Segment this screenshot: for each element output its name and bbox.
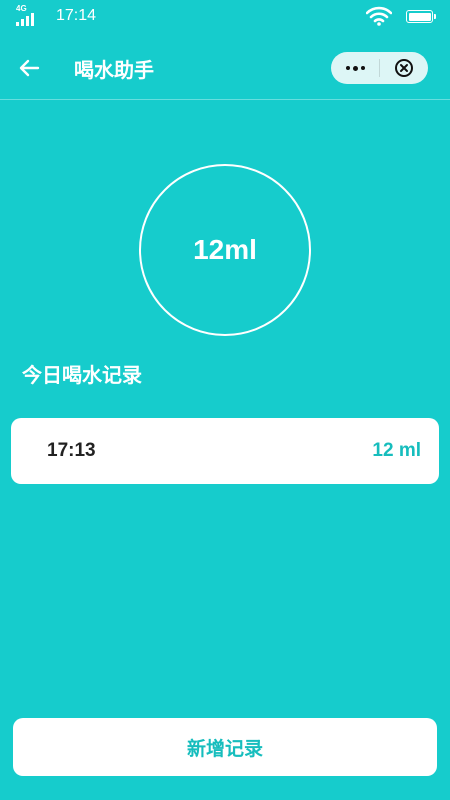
more-options-button[interactable] <box>331 52 379 84</box>
water-total-amount: 12ml <box>193 234 257 265</box>
back-arrow-icon[interactable] <box>16 54 44 82</box>
record-amount: 12 ml <box>372 440 421 461</box>
close-circle-icon <box>395 59 413 77</box>
record-time: 17:13 <box>47 440 96 461</box>
page-title: 喝水助手 <box>74 60 154 82</box>
dot-icon <box>345 66 350 70</box>
dot-icon <box>360 66 365 70</box>
network-type-label: 4G <box>16 4 27 13</box>
records-section-title: 今日喝水记录 <box>22 365 142 387</box>
close-button[interactable] <box>380 52 428 84</box>
dot-icon <box>352 65 358 71</box>
navigation-bar: 喝水助手 <box>0 36 450 100</box>
mini-program-capsule <box>331 52 428 84</box>
status-time: 17:14 <box>56 7 97 24</box>
status-bar: 4G 17:14 <box>0 0 450 32</box>
cellular-signal-icon: 4G <box>16 4 44 26</box>
wifi-icon <box>366 6 392 26</box>
record-item[interactable]: 17:13 12 ml <box>11 418 439 484</box>
battery-icon <box>406 10 436 23</box>
add-record-button[interactable]: 新增记录 <box>13 718 437 776</box>
water-total-circle: 12ml <box>139 164 311 336</box>
